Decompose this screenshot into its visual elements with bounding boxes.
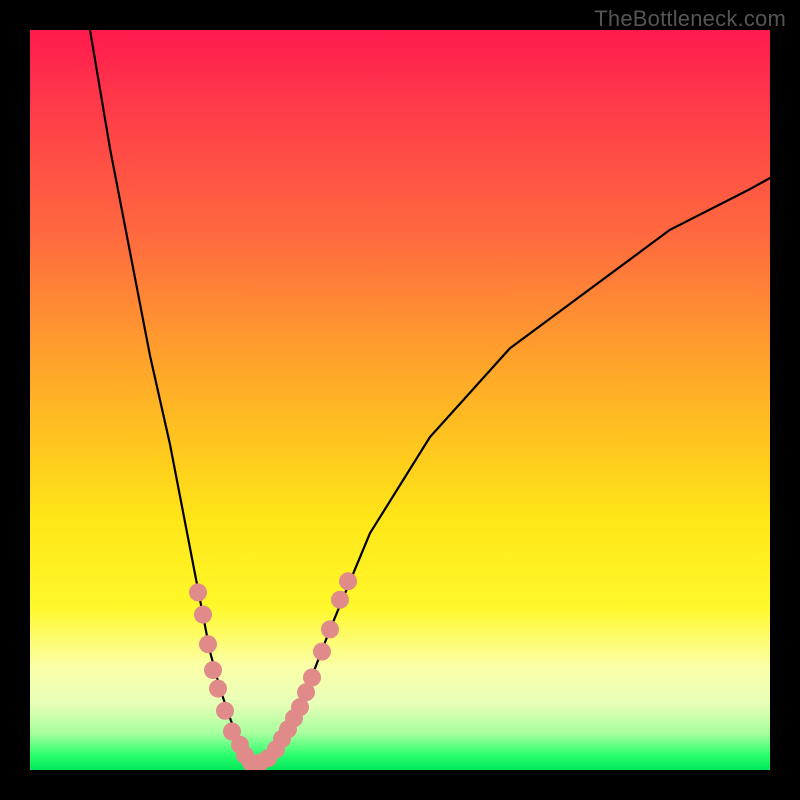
highlight-dot: [189, 583, 207, 601]
watermark-label: TheBottleneck.com: [594, 6, 786, 32]
highlight-dot: [321, 620, 339, 638]
highlight-dot: [204, 661, 222, 679]
highlight-dot: [209, 680, 227, 698]
highlight-dot: [194, 606, 212, 624]
highlight-dot: [339, 572, 357, 590]
curve-layer: [30, 30, 770, 770]
highlight-dot: [313, 643, 331, 661]
plot-area: [30, 30, 770, 770]
bottleneck-curve: [90, 30, 770, 763]
chart-frame: TheBottleneck.com: [0, 0, 800, 800]
highlight-dots: [189, 572, 357, 770]
highlight-dot: [216, 702, 234, 720]
highlight-dot: [199, 635, 217, 653]
highlight-dot: [331, 591, 349, 609]
highlight-dot: [303, 669, 321, 687]
